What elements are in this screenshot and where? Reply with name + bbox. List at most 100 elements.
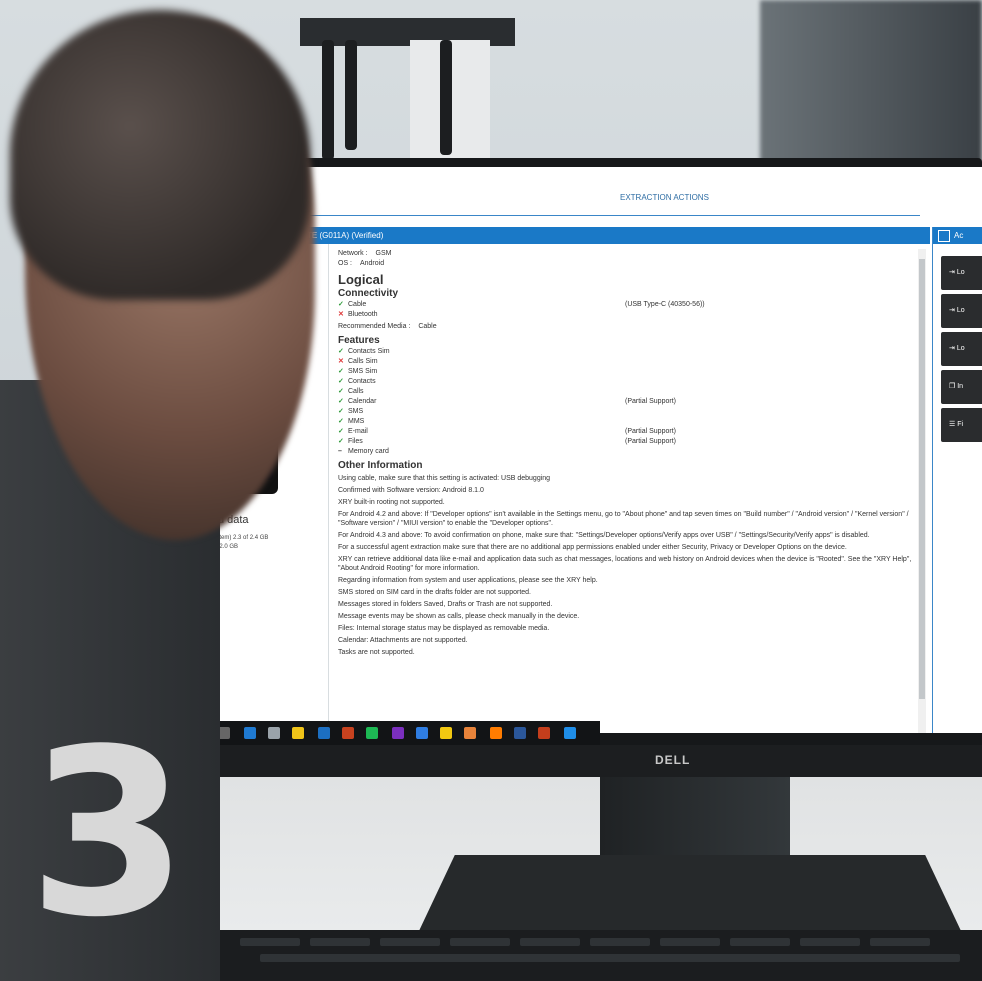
scrollbar-thumb[interactable] <box>919 259 925 699</box>
export-icon: ⇥ <box>949 345 955 352</box>
action-button[interactable]: ⇥ Lo <box>941 294 982 328</box>
network-value: GSM <box>375 250 392 257</box>
recommended-media-label: Recommended Media : <box>338 323 411 330</box>
export-icon: ⇥ <box>949 269 955 276</box>
device-header: l TD-LTE (G011A) (Verified) <box>280 227 930 244</box>
usb-cable <box>440 40 452 155</box>
lock-icon <box>938 230 950 242</box>
actions-header: Ac <box>933 227 982 244</box>
usb-cable <box>345 40 357 150</box>
page-title: EXTRACTION ACTIONS <box>620 193 709 202</box>
xry-icon[interactable] <box>564 727 576 739</box>
connectivity-list: ✓ Cable (USB Type-C (40350-56)) ✕ Bluetooth <box>338 300 918 320</box>
feature-label: SMS Sim <box>348 368 378 375</box>
app-icon[interactable] <box>440 727 452 739</box>
connectivity-heading: Connectivity <box>338 288 399 299</box>
export-icon: ⇥ <box>949 307 955 314</box>
monitor-brand-logo: DELL <box>655 753 691 767</box>
connectivity-note: (USB Type-C (40350-56)) <box>625 301 705 308</box>
action-button-label: Lo <box>956 269 965 276</box>
feature-row: ✓ Calls <box>338 387 918 397</box>
feature-label: Calendar <box>348 398 377 405</box>
action-button[interactable]: ⇥ Lo <box>941 256 982 290</box>
info-paragraph: XRY built-in rooting not supported. <box>338 499 445 506</box>
action-button[interactable]: ❐ In <box>941 370 982 404</box>
title-divider <box>310 215 920 216</box>
feature-label: Files <box>348 438 363 445</box>
feature-row: ✓ Files (Partial Support) <box>338 437 918 447</box>
person-foreground: 3 <box>0 0 340 981</box>
feature-row: – Memory card <box>338 447 918 457</box>
feature-row: ✓ Contacts Sim <box>338 347 918 357</box>
feature-note: (Partial Support) <box>625 398 676 405</box>
app-icon[interactable] <box>538 727 550 739</box>
other-information-list: Using cable, make sure that this setting… <box>338 474 918 657</box>
app-icon[interactable] <box>342 727 354 739</box>
illustrator-icon[interactable] <box>490 727 502 739</box>
info-paragraph: Using cable, make sure that this setting… <box>338 475 551 482</box>
word-icon[interactable] <box>514 727 526 739</box>
os-row: OS : Android <box>338 259 918 269</box>
feature-row: ✓ SMS <box>338 407 918 417</box>
keyboard-key-row <box>260 954 960 962</box>
connectivity-label: Cable <box>348 301 367 308</box>
keyboard-key <box>590 938 650 946</box>
info-paragraph: Calendar: Attachments are not supported. <box>338 637 468 644</box>
jersey-number: 3 <box>28 701 189 968</box>
spotify-icon[interactable] <box>366 727 378 739</box>
feature-row: ✓ E-mail (Partial Support) <box>338 427 918 437</box>
keyboard-key <box>800 938 860 946</box>
action-button-label: Lo <box>956 345 965 352</box>
device-info: Network : GSM OS : Android Logical Conne… <box>338 249 918 733</box>
info-paragraph: SMS stored on SIM card in the drafts fol… <box>338 589 531 596</box>
app-icon[interactable] <box>416 727 428 739</box>
info-paragraph: Tasks are not supported. <box>338 649 415 656</box>
feature-label: Memory card <box>348 448 389 455</box>
actions-panel: Ac ⇥ Lo ⇥ Lo ⇥ Lo ❐ In ☰ Fi <box>932 227 982 733</box>
os-label: OS : <box>338 260 353 267</box>
action-button-label: In <box>957 383 964 390</box>
monitor-stand-neck <box>600 770 790 860</box>
folder-icon: ❐ <box>949 383 956 390</box>
other-information-heading: Other Information <box>338 460 423 471</box>
action-button[interactable]: ☰ Fi <box>941 408 982 442</box>
keyboard-key <box>380 938 440 946</box>
features-heading: Features <box>338 335 380 346</box>
feature-label: Calls Sim <box>348 358 378 365</box>
feature-row: ✓ Calendar (Partial Support) <box>338 397 918 407</box>
keyboard-key <box>520 938 580 946</box>
info-paragraph: For Android 4.2 and above: If "Developer… <box>338 511 909 527</box>
info-paragraph: Messages stored in folders Saved, Drafts… <box>338 601 553 608</box>
keyboard-key <box>660 938 720 946</box>
feature-row: ✕ Calls Sim <box>338 357 918 367</box>
connectivity-row: ✓ Cable (USB Type-C (40350-56)) <box>338 300 918 310</box>
keyboard-key <box>730 938 790 946</box>
feature-row: ✓ Contacts <box>338 377 918 387</box>
network-label: Network : <box>338 250 368 257</box>
feature-label: Calls <box>348 388 364 395</box>
person-hair <box>10 10 310 300</box>
chrome-icon[interactable] <box>464 727 476 739</box>
feature-note: (Partial Support) <box>625 438 676 445</box>
photo-scene: DELL EXTRACTION ACTIONS l TD-LTE (G011A)… <box>0 0 982 981</box>
feature-label: SMS <box>348 408 364 415</box>
recommended-media-row: Recommended Media : Cable <box>338 322 918 332</box>
premiere-icon[interactable] <box>392 727 404 739</box>
info-paragraph: Confirmed with Software version: Android… <box>338 487 484 494</box>
info-paragraph: Regarding information from system and us… <box>338 577 598 584</box>
keyboard-key <box>450 938 510 946</box>
feature-label: MMS <box>348 418 365 425</box>
feature-label: Contacts <box>348 378 376 385</box>
action-button[interactable]: ⇥ Lo <box>941 332 982 366</box>
info-paragraph: For a successful agent extraction make s… <box>338 544 847 551</box>
action-button-label: Lo <box>956 307 965 314</box>
info-paragraph: Message events may be shown as calls, pl… <box>338 613 580 620</box>
connectivity-label: Bluetooth <box>348 311 378 318</box>
file-icon: ☰ <box>949 421 956 428</box>
actions-header-label: Ac <box>954 231 964 240</box>
os-value: Android <box>359 260 385 267</box>
network-row: Network : GSM <box>338 249 918 259</box>
feature-row: ✓ SMS Sim <box>338 367 918 377</box>
scrollbar[interactable] <box>918 249 926 733</box>
keyboard-key <box>870 938 930 946</box>
